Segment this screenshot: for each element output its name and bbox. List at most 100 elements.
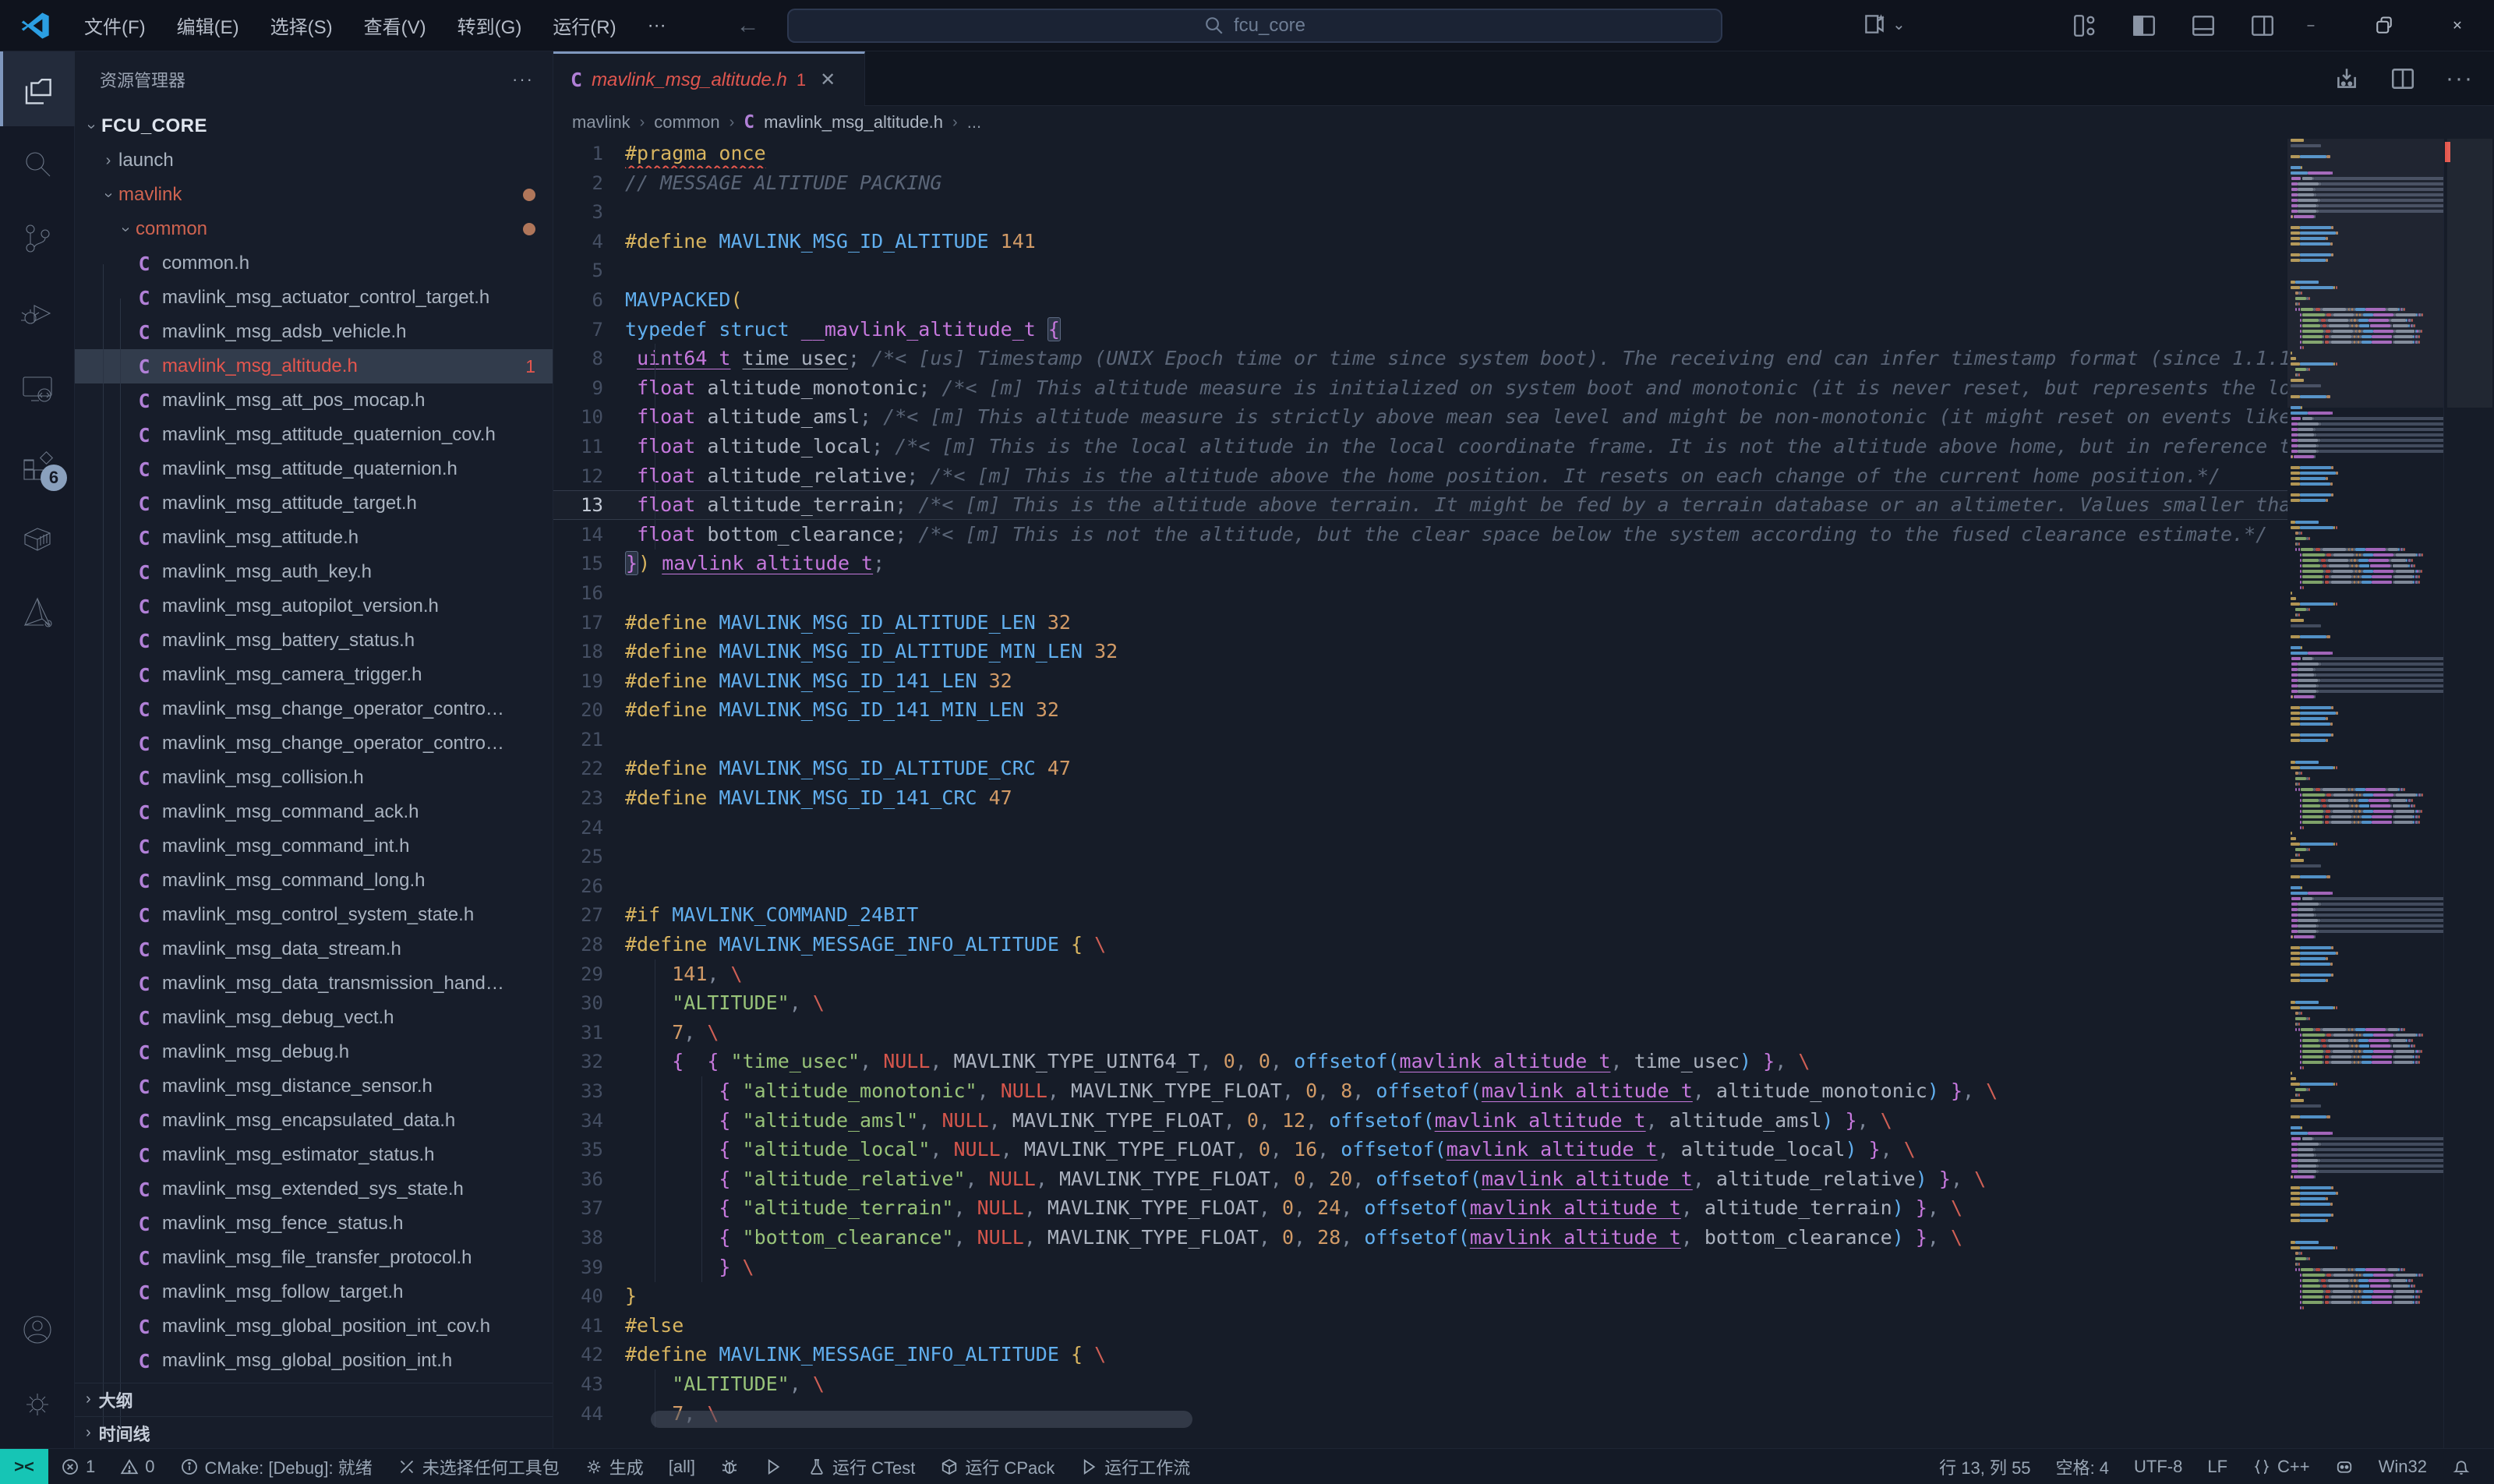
code-line-35[interactable]: 35 { "altitude_local", NULL, MAVLINK_TYP…	[553, 1135, 2287, 1164]
code-line-36[interactable]: 36 { "altitude_relative", NULL, MAVLINK_…	[553, 1164, 2287, 1194]
file-item-common-h[interactable]: Ccommon.h	[75, 246, 553, 281]
status-item-left-2-info-icon[interactable]: CMake: [Debug]: 就绪	[168, 1449, 385, 1484]
code-line-5[interactable]: 5	[553, 256, 2287, 285]
file-item-mavlink-msg-command-ack-h[interactable]: Cmavlink_msg_command_ack.h	[75, 795, 553, 829]
menu-item-6[interactable]: ···	[632, 0, 682, 51]
status-item-right-1[interactable]: 空格: 4	[2044, 1454, 2121, 1479]
code-line-29[interactable]: 29 141, \	[553, 959, 2287, 989]
restore-button[interactable]	[2347, 0, 2421, 51]
run-task-icon[interactable]	[2333, 65, 2360, 92]
code-line-39[interactable]: 39 } \	[553, 1253, 2287, 1282]
code-line-22[interactable]: 22#define MAVLINK_MSG_ID_ALTITUDE_CRC 47	[553, 754, 2287, 783]
status-item-left-1-warning-icon[interactable]: 0	[108, 1449, 167, 1484]
file-item-mavlink-msg-camera-trigger-h[interactable]: Cmavlink_msg_camera_trigger.h	[75, 658, 553, 692]
code-line-38[interactable]: 38 { "bottom_clearance", NULL, MAVLINK_T…	[553, 1223, 2287, 1253]
file-item-mavlink-msg-global-position-int-h[interactable]: Cmavlink_msg_global_position_int.h	[75, 1344, 553, 1378]
file-item-mavlink-msg-global-position-int-cov-h[interactable]: Cmavlink_msg_global_position_int_cov.h	[75, 1309, 553, 1344]
tab-mavlink-msg-altitude[interactable]: C mavlink_msg_altitude.h 1 ✕	[553, 51, 865, 106]
file-item-mavlink-msg-att-pos-mocap-h[interactable]: Cmavlink_msg_att_pos_mocap.h	[75, 383, 553, 418]
code-line-7[interactable]: 7typedef struct __mavlink_altitude_t {	[553, 315, 2287, 344]
toggle-panel-icon[interactable]	[2190, 12, 2217, 39]
code-line-9[interactable]: 9 float altitude_monotonic; /*< [m] This…	[553, 373, 2287, 403]
file-item-mavlink-msg-battery-status-h[interactable]: Cmavlink_msg_battery_status.h	[75, 624, 553, 658]
remote-indicator[interactable]: ><	[0, 1449, 48, 1484]
minimize-button[interactable]: –	[2274, 0, 2347, 51]
code-line-40[interactable]: 40}	[553, 1281, 2287, 1311]
file-item-mavlink-msg-actuator-control-target-h[interactable]: Cmavlink_msg_actuator_control_target.h	[75, 281, 553, 315]
breadcrumb-item[interactable]: common	[654, 112, 719, 132]
file-item-mavlink-msg-attitude-target-h[interactable]: Cmavlink_msg_attitude_target.h	[75, 486, 553, 521]
minimap-slider[interactable]	[2287, 139, 2443, 408]
code-line-13[interactable]: 13 float altitude_terrain; /*< [m] This …	[553, 490, 2287, 520]
code-line-14[interactable]: 14 float bottom_clearance; /*< [m] This …	[553, 520, 2287, 549]
file-item-mavlink-msg-data-transmission-handsha-[interactable]: Cmavlink_msg_data_transmission_handsha…	[75, 966, 553, 1001]
activity-settings-gear-icon[interactable]	[0, 1367, 75, 1442]
file-item-mavlink-msg-debug-h[interactable]: Cmavlink_msg_debug.h	[75, 1035, 553, 1069]
code-line-11[interactable]: 11 float altitude_local; /*< [m] This is…	[553, 432, 2287, 461]
code-line-42[interactable]: 42#define MAVLINK_MESSAGE_INFO_ALTITUDE …	[553, 1340, 2287, 1369]
toggle-primary-sidebar-icon[interactable]	[2131, 12, 2157, 39]
status-item-right-3[interactable]: LF	[2195, 1457, 2240, 1477]
chat-layout-button[interactable]: ⌄	[1861, 11, 1906, 37]
file-item-mavlink-msg-attitude-h[interactable]: Cmavlink_msg_attitude.h	[75, 521, 553, 555]
timeline-section[interactable]: ›时间线	[75, 1416, 553, 1448]
horizontal-scrollbar[interactable]	[651, 1411, 1192, 1428]
code-line-12[interactable]: 12 float altitude_relative; /*< [m] This…	[553, 461, 2287, 491]
file-item-mavlink-msg-collision-h[interactable]: Cmavlink_msg_collision.h	[75, 761, 553, 795]
code-line-18[interactable]: 18#define MAVLINK_MSG_ID_ALTITUDE_MIN_LE…	[553, 637, 2287, 666]
menu-item-0[interactable]: 文件(F)	[69, 0, 161, 51]
code-line-25[interactable]: 25	[553, 842, 2287, 871]
status-item-left-6-bug-icon[interactable]	[708, 1449, 751, 1484]
activity-cmake-icon[interactable]	[0, 575, 75, 650]
code-line-28[interactable]: 28#define MAVLINK_MESSAGE_INFO_ALTITUDE …	[553, 930, 2287, 959]
code-line-37[interactable]: 37 { "altitude_terrain", NULL, MAVLINK_T…	[553, 1193, 2287, 1223]
code-line-16[interactable]: 16	[553, 578, 2287, 608]
breadcrumb-item[interactable]: ...	[967, 112, 981, 132]
file-item-mavlink-msg-distance-sensor-h[interactable]: Cmavlink_msg_distance_sensor.h	[75, 1069, 553, 1104]
file-item-mavlink-msg-adsb-vehicle-h[interactable]: Cmavlink_msg_adsb_vehicle.h	[75, 315, 553, 349]
code-line-33[interactable]: 33 { "altitude_monotonic", NULL, MAVLINK…	[553, 1076, 2287, 1106]
code-line-6[interactable]: 6MAVPACKED(	[553, 285, 2287, 315]
activity-run-debug-icon[interactable]	[0, 276, 75, 351]
code-line-34[interactable]: 34 { "altitude_amsl", NULL, MAVLINK_TYPE…	[553, 1106, 2287, 1136]
activity-remote-explorer-icon[interactable]	[0, 351, 75, 426]
file-item-mavlink-msg-control-system-state-h[interactable]: Cmavlink_msg_control_system_state.h	[75, 898, 553, 932]
folder-item-fcu_core[interactable]: ›FCU_CORE	[75, 109, 553, 143]
menu-item-5[interactable]: 运行(R)	[537, 0, 631, 51]
outline-section[interactable]: ›大纲	[75, 1383, 553, 1415]
status-item-right-7-bell-icon[interactable]	[2439, 1458, 2483, 1476]
menu-item-1[interactable]: 编辑(E)	[161, 0, 255, 51]
status-item-right-5-copilot-icon[interactable]	[2323, 1458, 2366, 1476]
activity-search-icon[interactable]	[0, 126, 75, 201]
activity-extensions-icon[interactable]: 6	[0, 426, 75, 500]
file-item-mavlink-msg-command-long-h[interactable]: Cmavlink_msg_command_long.h	[75, 864, 553, 898]
code-line-17[interactable]: 17#define MAVLINK_MSG_ID_ALTITUDE_LEN 32	[553, 608, 2287, 638]
toggle-secondary-sidebar-icon[interactable]	[2249, 12, 2276, 39]
status-item-right-6[interactable]: Win32	[2366, 1457, 2439, 1477]
code-line-3[interactable]: 3	[553, 197, 2287, 227]
code-line-10[interactable]: 10 float altitude_amsl; /*< [m] This alt…	[553, 402, 2287, 432]
breadcrumb-item[interactable]: mavlink	[572, 112, 631, 132]
code-line-27[interactable]: 27#if MAVLINK_COMMAND_24BIT	[553, 900, 2287, 930]
customize-layout-icon[interactable]	[2072, 12, 2098, 39]
code-line-31[interactable]: 31 7, \	[553, 1018, 2287, 1048]
file-item-mavlink-msg-file-transfer-protocol-h[interactable]: Cmavlink_msg_file_transfer_protocol.h	[75, 1241, 553, 1275]
folder-item-launch[interactable]: ›launch	[75, 143, 553, 178]
file-item-mavlink-msg-data-stream-h[interactable]: Cmavlink_msg_data_stream.h	[75, 932, 553, 966]
file-item-mavlink-msg-estimator-status-h[interactable]: Cmavlink_msg_estimator_status.h	[75, 1138, 553, 1172]
breadcrumb-item[interactable]: mavlink_msg_altitude.h	[764, 112, 943, 132]
code-line-21[interactable]: 21	[553, 725, 2287, 754]
file-item-mavlink-msg-command-int-h[interactable]: Cmavlink_msg_command_int.h	[75, 829, 553, 864]
code-line-23[interactable]: 23#define MAVLINK_MSG_ID_141_CRC 47	[553, 783, 2287, 813]
code-line-19[interactable]: 19#define MAVLINK_MSG_ID_141_LEN 32	[553, 666, 2287, 696]
split-editor-icon[interactable]	[2390, 65, 2416, 92]
file-item-mavlink-msg-encapsulated-data-h[interactable]: Cmavlink_msg_encapsulated_data.h	[75, 1104, 553, 1138]
file-item-mavlink-msg-extended-sys-state-h[interactable]: Cmavlink_msg_extended_sys_state.h	[75, 1172, 553, 1207]
code-line-1[interactable]: 1#pragma once	[553, 139, 2287, 168]
status-item-left-7-play-icon[interactable]	[751, 1449, 795, 1484]
code-line-41[interactable]: 41#else	[553, 1311, 2287, 1341]
file-item-mavlink-msg-follow-target-h[interactable]: Cmavlink_msg_follow_target.h	[75, 1275, 553, 1309]
file-item-mavlink-msg-fence-status-h[interactable]: Cmavlink_msg_fence_status.h	[75, 1207, 553, 1241]
code-line-8[interactable]: 8 uint64_t time_usec; /*< [us] Timestamp…	[553, 344, 2287, 373]
command-center-search[interactable]: fcu_core	[787, 9, 1722, 43]
